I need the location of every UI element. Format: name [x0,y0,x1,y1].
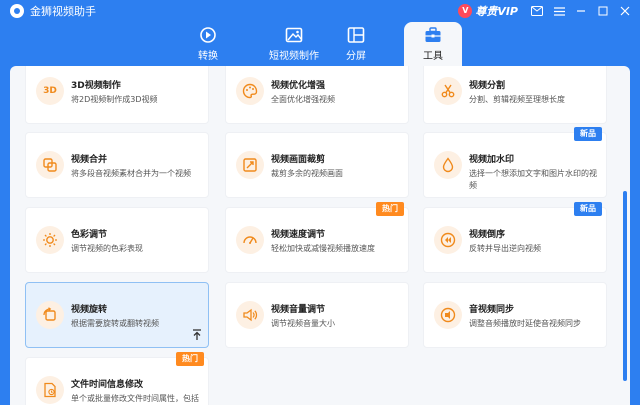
tab-tools[interactable]: 工具 [404,22,462,66]
rewind-icon [434,226,462,254]
main-nav: 转换 短视频制作 分屏 工具 [0,22,640,66]
file-time-icon [36,376,64,404]
card-title: 视频旋转 [71,305,108,315]
tab-convert[interactable]: 转换 [178,22,238,66]
card-speed-adjust[interactable]: 热门 视频速度调节 轻松加快或减慢视频播放速度 [225,202,409,273]
window-controls: V 尊贵VIP [458,3,634,19]
card-volume-adjust[interactable]: 视频音量调节 调节视频音量大小 [225,282,409,348]
card-file-time[interactable]: 热门 文件时间信息修改 单个或批量修改文件时间属性，包括 [25,352,209,405]
card-desc: 全面优化增强视频 [271,95,335,104]
card-video-watermark[interactable]: 新品 视频加水印 选择一个想添加文字和图片水印的视频 [423,127,607,198]
palette-icon [236,77,264,105]
card-title: 视频合并 [71,155,108,165]
tab-label: 转换 [198,51,218,62]
card-title: 色彩调节 [71,230,108,240]
card-desc: 将多段音视频素材合并为一个视频 [71,169,191,178]
title-bar: 金狮视频助手 V 尊贵VIP [0,0,640,22]
tab-split-screen[interactable]: 分屏 [326,22,386,66]
card-title: 视频优化增强 [271,81,326,91]
card-3d-video[interactable]: 3D 3D视频制作 将2D视频制作成3D视频 [25,66,209,124]
card-title: 文件时间信息修改 [71,380,144,390]
card-video-split[interactable]: 视频分割 分割、剪辑视频至理想长度 [423,66,607,124]
pin-to-top-icon[interactable] [192,329,202,341]
sun-icon [36,226,64,254]
vip-icon: V [458,4,473,18]
card-desc: 调节视频音量大小 [271,319,335,328]
new-badge: 新品 [574,127,602,141]
card-av-sync[interactable]: 音视频同步 调整音频播放时延使音视频同步 [423,282,607,348]
card-title: 视频分割 [469,81,506,91]
vip-label: 尊贵VIP [475,5,518,18]
drop-icon [434,151,462,179]
rotate-icon [36,301,64,329]
card-desc: 调节视频的色彩表现 [71,244,143,253]
minimize-icon[interactable] [572,3,590,19]
speedometer-icon [236,226,264,254]
scissors-icon [434,77,462,105]
card-desc: 裁剪多余的视频画面 [271,169,343,178]
merge-icon [36,151,64,179]
card-title: 3D视频制作 [71,81,121,91]
card-title: 视频音量调节 [271,305,326,315]
card-video-crop[interactable]: 视频画面裁剪 裁剪多余的视频画面 [225,132,409,198]
card-video-reverse[interactable]: 新品 视频倒序 反转并导出逆向视频 [423,202,607,273]
card-video-merge[interactable]: 视频合并 将多段音视频素材合并为一个视频 [25,132,209,198]
card-desc: 单个或批量修改文件时间属性，包括 [71,394,199,403]
card-desc: 反转并导出逆向视频 [469,244,541,253]
message-icon[interactable] [528,3,546,19]
card-desc: 选择一个想添加文字和图片水印的视频 [469,169,597,190]
tab-short-video[interactable]: 短视频制作 [254,22,334,66]
scrollbar[interactable] [623,191,627,381]
image-icon [285,27,303,43]
card-desc: 调整音频播放时延使音视频同步 [469,319,581,328]
card-title: 视频画面裁剪 [271,155,326,165]
volume-icon [236,301,264,329]
crop-icon [236,151,264,179]
card-color-adjust[interactable]: 色彩调节 调节视频的色彩表现 [25,207,209,273]
card-video-rotate[interactable]: 视频旋转 根据需要旋转或翻转视频 [25,282,209,348]
vip-button[interactable]: V 尊贵VIP [458,3,518,19]
card-title: 音视频同步 [469,305,515,315]
convert-icon [200,27,216,43]
card-title: 视频加水印 [469,155,515,165]
menu-icon[interactable] [550,3,568,19]
close-icon[interactable] [616,3,634,19]
sync-icon [434,301,462,329]
tab-label: 分屏 [346,51,366,62]
tab-label: 工具 [423,51,443,62]
card-desc: 分割、剪辑视频至理想长度 [469,95,565,104]
app-logo-icon [10,4,24,18]
card-desc: 根据需要旋转或翻转视频 [71,319,159,328]
card-desc: 轻松加快或减慢视频播放速度 [271,244,375,253]
card-video-enhance[interactable]: 视频优化增强 全面优化增强视频 [225,66,409,124]
card-desc: 将2D视频制作成3D视频 [71,95,158,104]
app-title: 金狮视频助手 [30,5,96,18]
card-title: 视频速度调节 [271,230,326,240]
tools-panel: 3D 3D视频制作 将2D视频制作成3D视频 视频优化增强 全面优化增强视频 视… [10,66,630,405]
maximize-icon[interactable] [594,3,612,19]
hot-badge: 热门 [176,352,204,366]
new-badge: 新品 [574,202,602,216]
hot-badge: 热门 [376,202,404,216]
card-title: 视频倒序 [469,230,506,240]
3d-icon: 3D [36,77,64,105]
split-screen-icon [347,27,365,43]
tab-label: 短视频制作 [269,51,319,62]
toolbox-icon [425,27,441,42]
